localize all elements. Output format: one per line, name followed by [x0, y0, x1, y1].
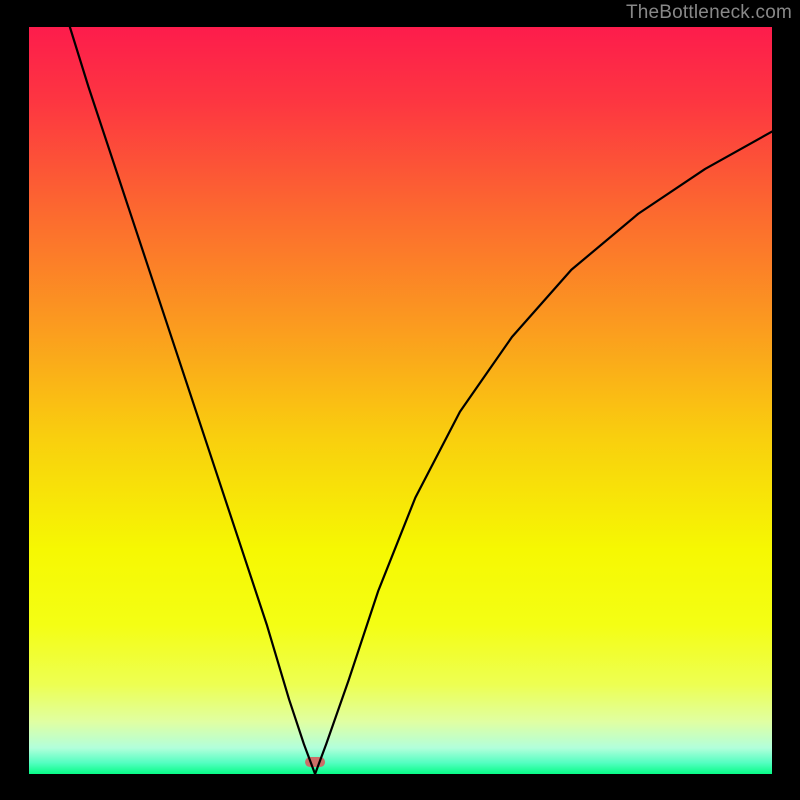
watermark-text: TheBottleneck.com [626, 2, 792, 24]
bottleneck-curve-plot [0, 0, 800, 800]
optimum-marker [305, 757, 325, 767]
gradient-background [29, 27, 772, 774]
chart-frame: TheBottleneck.com [0, 0, 800, 800]
